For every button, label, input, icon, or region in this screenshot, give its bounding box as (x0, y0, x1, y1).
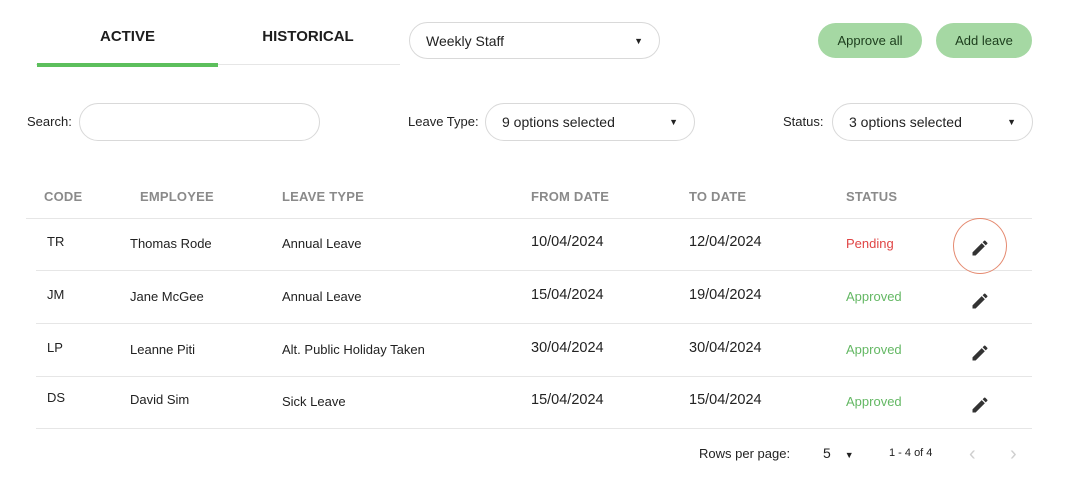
leave-type-select[interactable]: 9 options selected ▼ (485, 103, 695, 141)
pencil-icon[interactable] (970, 238, 990, 258)
column-header-leave-type: LEAVE TYPE (282, 189, 364, 204)
chevron-right-icon[interactable]: › (1010, 443, 1017, 466)
table-row: JM Jane McGee Annual Leave 15/04/2024 19… (36, 271, 1032, 324)
rows-per-page-label: Rows per page: (699, 446, 791, 461)
column-header-status: STATUS (846, 189, 898, 204)
staff-group-select[interactable]: Weekly Staff ▼ (409, 22, 660, 59)
caret-down-icon: ▼ (1007, 117, 1016, 127)
cell-leave-type: Annual Leave (282, 236, 362, 251)
rows-per-page-select[interactable]: 5 ▼ (823, 445, 854, 461)
cell-code: LP (47, 340, 63, 355)
column-header-to-date: TO DATE (689, 189, 747, 204)
search-input[interactable] (79, 103, 320, 141)
cell-to-date: 12/04/2024 (689, 234, 762, 250)
column-header-employee: EMPLOYEE (140, 189, 214, 204)
add-leave-button[interactable]: Add leave (936, 23, 1032, 58)
table-row: LP Leanne Piti Alt. Public Holiday Taken… (36, 324, 1032, 377)
cell-leave-type: Annual Leave (282, 289, 362, 304)
pencil-icon[interactable] (970, 395, 990, 415)
cell-leave-type: Alt. Public Holiday Taken (282, 342, 425, 357)
tab-active-indicator (37, 63, 218, 67)
column-header-from-date: FROM DATE (531, 189, 610, 204)
leave-type-label: Leave Type: (408, 114, 479, 129)
cell-code: TR (47, 234, 65, 249)
status-badge: Approved (846, 394, 902, 409)
rows-per-page-value: 5 (823, 445, 831, 461)
cell-from-date: 30/04/2024 (531, 340, 604, 356)
chevron-left-icon[interactable]: ‹ (969, 443, 976, 466)
cell-from-date: 15/04/2024 (531, 392, 604, 408)
pencil-icon[interactable] (970, 291, 990, 311)
cell-employee: Leanne Piti (130, 342, 196, 357)
approve-all-button[interactable]: Approve all (818, 23, 922, 58)
caret-down-icon: ▼ (669, 117, 678, 127)
status-badge: Pending (846, 236, 894, 251)
caret-down-icon: ▼ (634, 35, 643, 46)
status-select[interactable]: 3 options selected ▼ (832, 103, 1033, 141)
table-row: DS David Sim Sick Leave 15/04/2024 15/04… (36, 376, 1032, 429)
cell-employee: Jane McGee (130, 289, 204, 304)
status-badge: Approved (846, 342, 902, 357)
cell-to-date: 30/04/2024 (689, 340, 762, 356)
column-header-code: CODE (44, 189, 83, 204)
cell-leave-type: Sick Leave (282, 394, 346, 409)
status-badge: Approved (846, 289, 902, 304)
cell-code: DS (47, 390, 66, 405)
cell-to-date: 15/04/2024 (689, 392, 762, 408)
table-row: TR Thomas Rode Annual Leave 10/04/2024 1… (36, 218, 1032, 274)
cell-from-date: 10/04/2024 (531, 234, 604, 250)
status-label: Status: (783, 114, 824, 129)
pencil-icon[interactable] (970, 343, 990, 363)
status-value: 3 options selected (849, 114, 962, 130)
pagination-range: 1 - 4 of 4 (889, 447, 933, 459)
cell-from-date: 15/04/2024 (531, 287, 604, 303)
caret-down-icon: ▼ (844, 450, 854, 460)
cell-employee: Thomas Rode (130, 236, 212, 251)
cell-code: JM (47, 287, 65, 302)
tab-historical[interactable]: HISTORICAL (218, 28, 398, 45)
cell-employee: David Sim (130, 392, 190, 407)
tab-active[interactable]: ACTIVE (37, 28, 218, 45)
leave-type-value: 9 options selected (502, 114, 615, 130)
staff-group-value: Weekly Staff (426, 32, 505, 49)
cell-to-date: 19/04/2024 (689, 287, 762, 303)
search-label: Search: (27, 114, 72, 129)
